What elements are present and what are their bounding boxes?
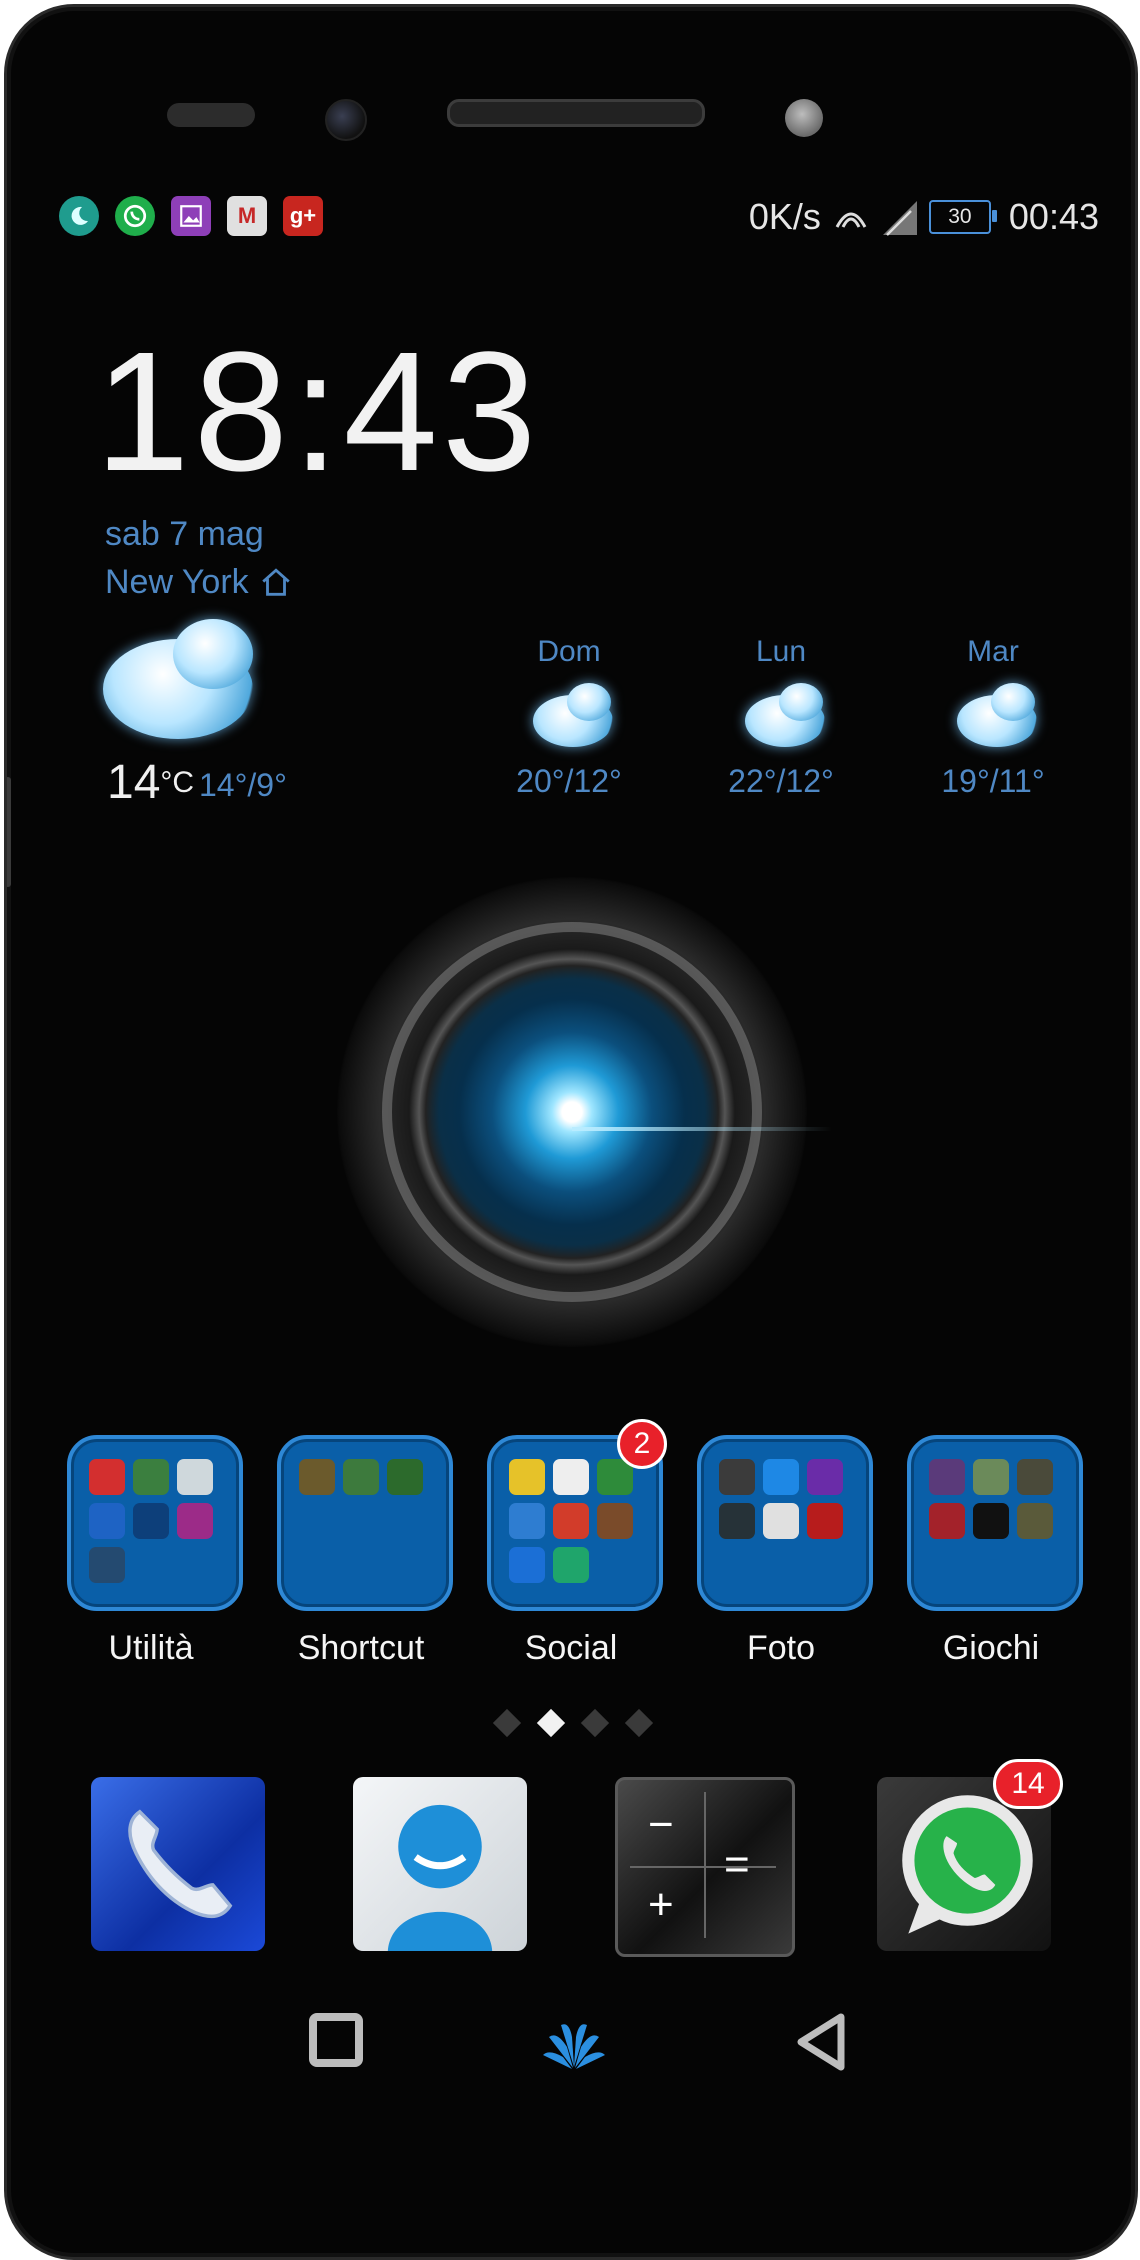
- moon-app-icon: [59, 196, 99, 236]
- folder-foto[interactable]: [697, 1435, 873, 1611]
- google-plus-icon: g+: [283, 196, 323, 236]
- app-icon: [553, 1459, 589, 1495]
- app-icon: [89, 1503, 125, 1539]
- front-camera: [325, 99, 367, 141]
- home-icon: [261, 567, 290, 596]
- city-label: New York: [105, 563, 249, 601]
- page-dot[interactable]: [492, 1708, 522, 1738]
- app-icon: [387, 1459, 423, 1495]
- page-dot-active[interactable]: [536, 1708, 566, 1738]
- app-icon: [1017, 1459, 1053, 1495]
- light-sensor: [785, 99, 823, 137]
- gmail-icon: M: [227, 196, 267, 236]
- app-icon: [177, 1459, 213, 1495]
- app-icon: [89, 1547, 125, 1583]
- app-icon: [929, 1459, 965, 1495]
- phone-icon[interactable]: [91, 1777, 265, 1951]
- app-icon: [719, 1459, 755, 1495]
- calculator-icon[interactable]: − = +: [615, 1777, 795, 1957]
- forecast-range-3: 19°/11°: [941, 763, 1045, 799]
- recent-apps-button[interactable]: [303, 2007, 373, 2077]
- calc-divider: [704, 1792, 706, 1938]
- network-speed: 0K/s: [748, 196, 821, 237]
- app-icon: [929, 1503, 965, 1539]
- today-range: 14°/9°: [199, 767, 287, 803]
- wifi-calling-icon: [835, 212, 867, 228]
- cloud-weather-icon: [745, 683, 825, 747]
- folder-shortcut[interactable]: [277, 1435, 453, 1611]
- status-bar: M g+ 0K/s 30 00:43: [59, 192, 1099, 242]
- volume-button: [7, 777, 11, 887]
- forecast-range-1: 20°/12°: [516, 763, 622, 799]
- app-icon: [509, 1459, 545, 1495]
- clock-widget-city[interactable]: New York: [105, 563, 293, 602]
- current-temperature: 14°C: [107, 755, 194, 810]
- gallery-icon: [171, 196, 211, 236]
- signal-icon: [882, 201, 917, 236]
- app-icon: [553, 1503, 589, 1539]
- whatsapp-icon: [115, 196, 155, 236]
- app-icon: [763, 1503, 799, 1539]
- app-icon: [133, 1503, 169, 1539]
- forecast-day-2: Lun: [755, 635, 807, 668]
- app-icon: [1017, 1503, 1053, 1539]
- notification-badge: 2: [617, 1419, 667, 1469]
- folder-label: Utilità: [108, 1629, 194, 1667]
- whatsapp-notification-badge: 14: [993, 1759, 1063, 1809]
- calc-equals-key: =: [724, 1840, 750, 1889]
- folder-label: Foto: [746, 1629, 816, 1667]
- clock-widget-time[interactable]: 18:43: [95, 327, 540, 497]
- folder-utilita[interactable]: [67, 1435, 243, 1611]
- huawei-home-icon[interactable]: [539, 2007, 609, 2077]
- battery-indicator: 30: [928, 200, 997, 234]
- calc-divider: [630, 1866, 776, 1868]
- app-icon: [343, 1459, 379, 1495]
- wallpaper-eye-graphic: [337, 877, 832, 1347]
- earpiece-speaker: [447, 99, 705, 127]
- folder-label: Shortcut: [297, 1629, 425, 1667]
- status-time: 00:43: [1008, 196, 1099, 237]
- cloud-weather-icon: [533, 683, 613, 747]
- app-icon: [299, 1459, 335, 1495]
- forecast-day-1: Dom: [537, 635, 601, 668]
- app-icon: [763, 1459, 799, 1495]
- page-dot[interactable]: [624, 1708, 654, 1738]
- forecast-range-2: 22°/12°: [728, 763, 834, 799]
- folder-label: Social: [524, 1629, 618, 1667]
- back-button[interactable]: [787, 2007, 857, 2077]
- status-right: 0K/s 30 00:43: [749, 192, 1099, 242]
- temp-unit: °C: [160, 766, 195, 799]
- contacts-icon[interactable]: [353, 1777, 527, 1951]
- app-icon: [807, 1503, 843, 1539]
- folder-label: Giochi: [942, 1629, 1040, 1667]
- app-icon: [133, 1459, 169, 1495]
- calc-plus-key: +: [648, 1880, 674, 1929]
- current-temp-value: 14: [107, 756, 161, 809]
- app-icon: [807, 1459, 843, 1495]
- proximity-sensor: [167, 103, 255, 127]
- cloud-weather-icon: [957, 683, 1037, 747]
- app-icon: [177, 1503, 213, 1539]
- battery-level: 30: [948, 205, 972, 228]
- clock-widget-date: sab 7 mag: [105, 515, 264, 553]
- app-icon: [597, 1503, 633, 1539]
- page-indicator[interactable]: [491, 1707, 671, 1738]
- page-dot[interactable]: [580, 1708, 610, 1738]
- forecast-day-3: Mar: [967, 635, 1019, 668]
- app-icon: [89, 1459, 125, 1495]
- app-icon: [973, 1503, 1009, 1539]
- phone-frame: M g+ 0K/s 30 00:43 18:43 sab 7 mag New Y…: [4, 4, 1138, 2260]
- folder-giochi[interactable]: [907, 1435, 1083, 1611]
- app-icon: [973, 1459, 1009, 1495]
- calc-minus-key: −: [648, 1800, 674, 1849]
- app-icon: [553, 1547, 589, 1583]
- app-icon: [509, 1547, 545, 1583]
- app-icon: [719, 1503, 755, 1539]
- app-icon: [509, 1503, 545, 1539]
- cloud-weather-icon: [103, 619, 253, 739]
